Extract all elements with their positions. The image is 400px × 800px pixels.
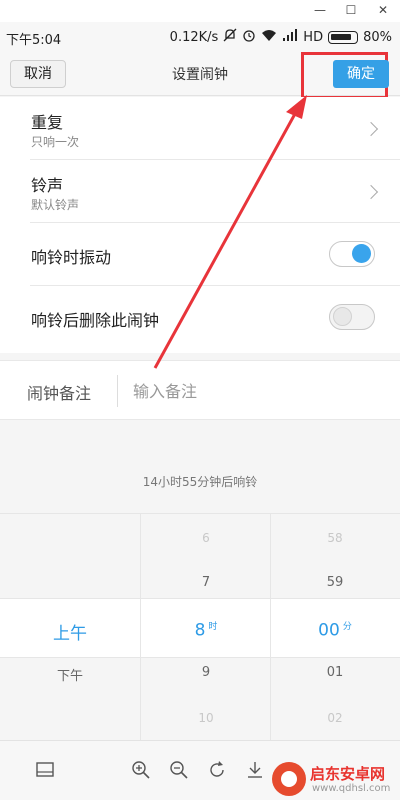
arrow-head [286, 95, 307, 119]
site-logo-icon [272, 762, 306, 796]
screen-icon[interactable] [34, 759, 56, 781]
arrow-line [153, 111, 298, 369]
download-icon[interactable] [244, 759, 266, 781]
watermark-name: 启东安卓网 [310, 765, 386, 783]
zoom-out-icon[interactable] [168, 759, 190, 781]
zoom-in-icon[interactable] [130, 759, 152, 781]
watermark-url: www.qdhsl.com [312, 783, 391, 794]
annotation-arrow [153, 95, 307, 369]
rotate-icon[interactable] [206, 759, 228, 781]
site-watermark: 启东安卓网 www.qdhsl.com [272, 762, 398, 798]
